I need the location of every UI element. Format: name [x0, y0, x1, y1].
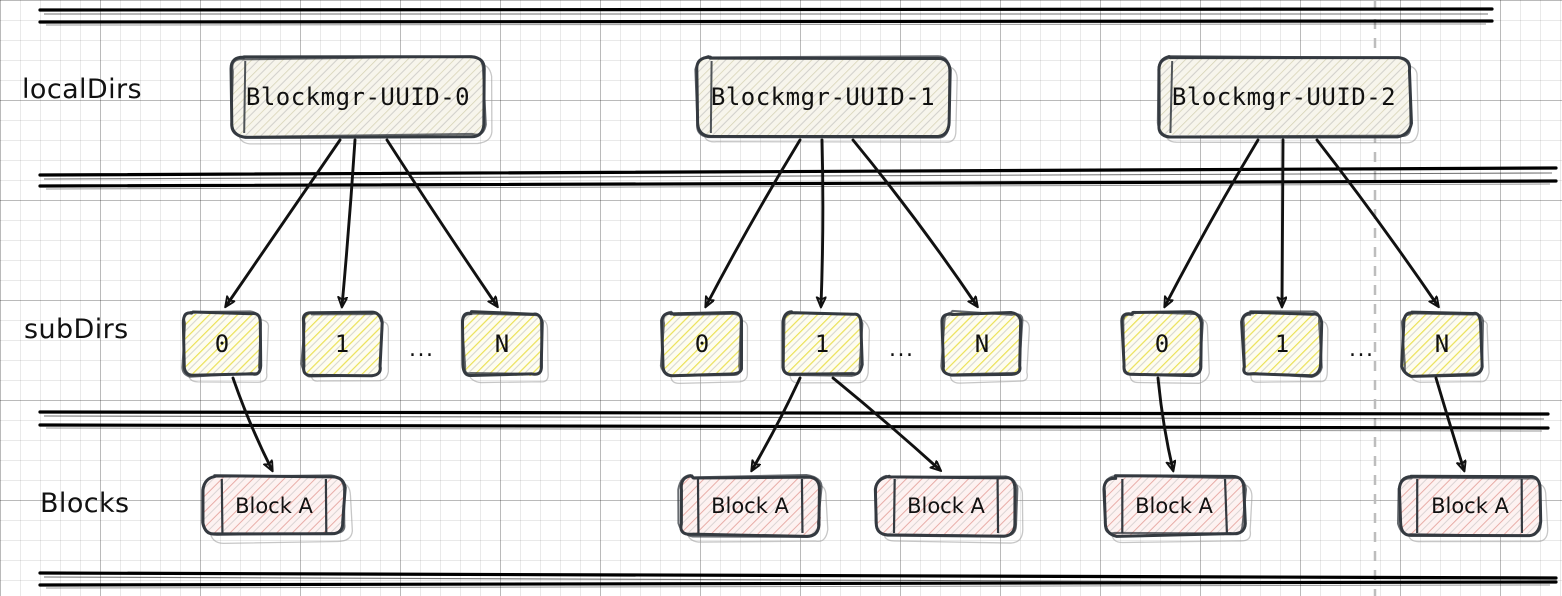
arrow-bm2-to-g2-d0 [1165, 138, 1260, 306]
arrows-group [226, 138, 1464, 470]
node-fill [875, 477, 1017, 535]
node-fill [1242, 313, 1322, 376]
arrow-g1-d1-to-blk1 [752, 376, 802, 470]
node-g1-d1[interactable] [781, 310, 864, 377]
arrow-g2-d0-to-blk3 [1156, 376, 1173, 470]
arrow-bm1-to-g1-d1 [821, 138, 823, 306]
node-fill [1122, 312, 1202, 375]
row-label-localDirs: localDirs [22, 74, 142, 105]
arrow-g1-d1-to-blk2 [831, 376, 940, 470]
node-g2-d0[interactable] [1120, 310, 1204, 378]
node-g2-dN[interactable] [1400, 310, 1485, 378]
node-bm2[interactable] [1156, 55, 1413, 139]
node-fill [202, 475, 345, 536]
separator-sep-local [38, 166, 1558, 190]
separator-sep-subdir [38, 410, 1550, 432]
node-bm1[interactable] [694, 54, 952, 139]
diagram-canvas: Blockmgr-UUID-0 Blockmgr-UUID-1 Blockmgr-U… [0, 0, 1562, 596]
node-fill [230, 57, 485, 138]
node-g2-d1[interactable] [1240, 310, 1324, 379]
separator-sep-top [38, 7, 1494, 26]
block-left-bar [220, 478, 224, 534]
node-blk0[interactable] [201, 474, 347, 536]
node-blk3[interactable] [1102, 474, 1248, 538]
node-fill [662, 311, 741, 376]
node-blk2[interactable] [873, 474, 1019, 538]
arrow-bm1-to-g1-d0 [706, 138, 802, 306]
ellipsis-e1: ... [889, 337, 915, 362]
row-label-blocks: Blocks [40, 488, 130, 519]
node-blk1[interactable] [677, 473, 823, 538]
node-g0-d1[interactable] [300, 310, 384, 378]
node-fill [462, 312, 542, 376]
node-fill [1398, 476, 1541, 535]
node-fill [696, 57, 950, 136]
node-fill [1157, 57, 1411, 136]
arrow-bm0-to-g0-dN [385, 138, 497, 306]
block-right-bar [800, 478, 804, 534]
node-fill [301, 313, 382, 375]
nodes-group [181, 54, 1543, 538]
node-fill [943, 311, 1022, 375]
node-g1-dN[interactable] [940, 309, 1024, 377]
arrow-bm1-to-g1-dN [851, 138, 977, 306]
node-fill [1103, 475, 1245, 536]
localdir-left-bar [243, 60, 247, 134]
localdir-left-bar [709, 60, 713, 134]
arrow-bm2-to-g2-d1 [1282, 138, 1283, 306]
ellipsis-e2: ... [1349, 337, 1375, 362]
arrow-g2-dN-to-blk4 [1434, 376, 1464, 470]
node-fill [680, 477, 822, 536]
separator-sep-bottom [38, 571, 1558, 589]
node-g1-d0[interactable] [659, 310, 744, 378]
arrow-bm0-to-g0-d1 [342, 138, 357, 306]
ellipsis-e0: ... [409, 337, 435, 362]
node-bm0[interactable] [229, 55, 487, 139]
node-blk4[interactable] [1397, 474, 1543, 538]
diagram-svg-layer [38, 0, 1558, 596]
node-fill [182, 312, 262, 376]
node-fill [782, 312, 862, 376]
block-left-bar [892, 478, 896, 534]
node-g0-dN[interactable] [461, 310, 544, 378]
arrow-bm2-to-g2-dN [1315, 138, 1438, 306]
node-fill [1402, 313, 1481, 376]
node-g0-d0[interactable] [181, 310, 263, 378]
row-label-subDirs: subDirs [24, 314, 129, 345]
arrow-bm0-to-g0-d0 [226, 138, 342, 306]
